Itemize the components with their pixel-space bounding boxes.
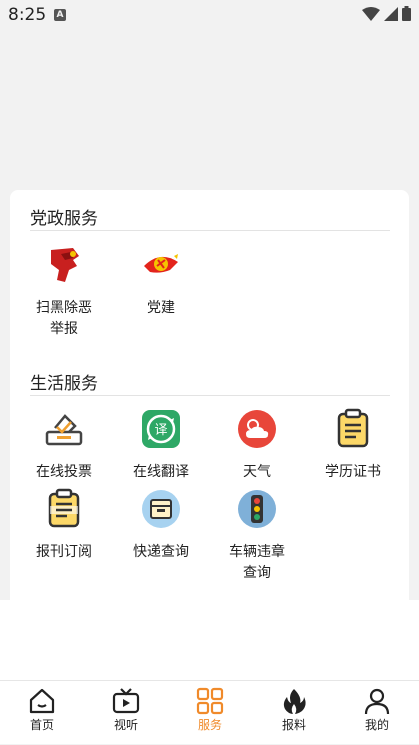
section-divider: [30, 230, 390, 231]
service-label: 党建: [147, 300, 175, 316]
tab-mine[interactable]: 我的: [335, 681, 419, 745]
svg-text:译: 译: [154, 423, 167, 438]
service-item-newspaper[interactable]: 报刊订阅: [16, 488, 112, 563]
status-time: 8:25: [8, 5, 47, 25]
service-item-online-vote[interactable]: 在线投票: [16, 408, 112, 483]
tab-report[interactable]: 报料: [252, 681, 336, 745]
tab-label: 首页: [29, 718, 54, 732]
service-label-line2: 举报: [50, 321, 78, 337]
status-bar: 8:25 A: [0, 0, 419, 30]
service-item-express[interactable]: 快递查询: [113, 488, 209, 563]
service-label: 快递查询: [133, 544, 189, 560]
certificate-icon: [337, 408, 369, 448]
parcel-icon: [142, 490, 180, 528]
service-label: 学历证书: [325, 464, 381, 480]
tab-label: 视听: [113, 718, 138, 732]
grid-icon: [196, 687, 224, 715]
service-item-traffic-violation[interactable]: 车辆违章 查询: [209, 488, 305, 584]
tab-av[interactable]: 视听: [84, 681, 168, 745]
service-label: 报刊订阅: [36, 544, 92, 560]
services-panel: 党政服务 扫黑除恶 举报 党建 生活服务 在线投票 译 在线翻译 天气 学历证书…: [10, 190, 409, 680]
section-title-life: 生活服务: [30, 374, 98, 394]
wifi-icon: [362, 6, 380, 21]
notification-icon: A: [54, 9, 66, 21]
system-icons: [362, 6, 411, 21]
tab-label: 报料: [281, 718, 306, 732]
service-label: 在线投票: [36, 464, 92, 480]
fist-icon: [51, 248, 79, 282]
service-label-line2: 查询: [243, 565, 271, 581]
tab-label: 服务: [197, 718, 222, 732]
service-item-certificate[interactable]: 学历证书: [305, 408, 401, 483]
battery-icon: [402, 6, 411, 21]
service-label: 车辆违章: [229, 544, 285, 560]
service-label: 在线翻译: [133, 464, 189, 480]
service-label: 天气: [243, 464, 271, 480]
service-item-anti-crime[interactable]: 扫黑除恶 举报: [16, 244, 112, 340]
weather-icon: [238, 410, 276, 448]
newspaper-icon: [48, 488, 80, 528]
section-divider: [30, 395, 390, 396]
bottom-tab-bar: 首页 视听 服务 报料 我的: [0, 680, 419, 744]
tab-home[interactable]: 首页: [0, 681, 84, 745]
translate-icon: 译: [142, 410, 180, 448]
user-icon: [364, 688, 390, 715]
service-item-weather[interactable]: 天气: [209, 408, 305, 483]
vote-box-icon: [45, 414, 83, 446]
service-item-online-translate[interactable]: 译 在线翻译: [113, 408, 209, 483]
tv-icon: [112, 688, 140, 714]
section-title-party: 党政服务: [30, 209, 98, 229]
traffic-light-icon: [238, 490, 276, 528]
tab-services[interactable]: 服务: [168, 681, 252, 745]
signal-icon: [384, 6, 398, 21]
service-label: 扫黑除恶: [36, 300, 92, 316]
tab-label: 我的: [364, 718, 389, 732]
home-icon: [29, 688, 55, 714]
service-item-party-building[interactable]: 党建: [113, 244, 209, 319]
party-emblem-icon: [144, 254, 178, 273]
flame-icon: [283, 689, 306, 714]
